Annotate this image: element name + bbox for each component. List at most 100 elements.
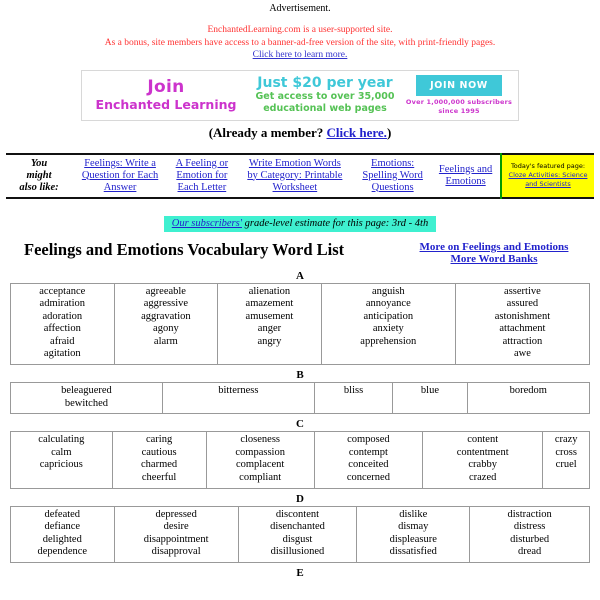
learn-more-link[interactable]: Click here to learn more. <box>253 50 348 60</box>
word-item: bewitched <box>64 397 109 409</box>
word-item: displeasure <box>389 533 437 545</box>
word-item: disturbed <box>510 533 550 545</box>
word-column: depressed desire disappointment disapproval <box>113 506 239 563</box>
nav-label-cell: You might also like: <box>6 154 72 198</box>
word-item: acceptance <box>39 285 86 297</box>
more-on-feelings-link[interactable]: More on Feelings and Emotions <box>396 241 592 254</box>
word-item: anxiety <box>372 323 404 335</box>
word-item: assured <box>506 298 539 310</box>
word-column: composed contempt conceited concerned <box>313 431 424 489</box>
our-subscribers-link[interactable]: Our subscribers' <box>172 218 242 229</box>
nav-link-4[interactable]: Feelings and Emotions <box>433 164 498 188</box>
featured-link-line-2: and Scientists <box>525 180 571 188</box>
letter-heading-d: D <box>296 492 304 505</box>
banner-subscribers-line-1: Over 1,000,000 subscribers <box>405 98 513 107</box>
nav-link-0[interactable]: Feelings: Write a Question for Each Answ… <box>74 158 166 194</box>
word-column: acceptance admiration adoration affection af… <box>10 283 115 365</box>
word-item: desire <box>163 521 189 533</box>
featured-link-line-1: Cloze Activities: Science <box>508 171 588 179</box>
word-item: defiance <box>44 521 81 533</box>
word-item: charmed <box>141 459 178 471</box>
word-item: alienation <box>248 285 291 297</box>
word-item: crazy <box>554 434 578 446</box>
word-item: cautious <box>141 446 177 458</box>
word-column: caring cautious charmed cheerful <box>111 431 207 489</box>
word-item: amazement <box>245 298 294 310</box>
table-row: acceptance admiration adoration affection af… <box>10 283 590 365</box>
word-item: agony <box>153 323 179 335</box>
nav-item-feelings-write-question[interactable]: Feelings: Write a Question for Each Answ… <box>72 154 168 198</box>
already-member-row: (Already a member? Click here.) <box>0 125 600 141</box>
letter-heading-e: E <box>296 567 304 579</box>
featured-page-link[interactable]: Cloze Activities: Science and Scientists <box>504 171 592 189</box>
nav-item-emotions-spelling[interactable]: Emotions: Spelling Word Questions <box>354 154 431 198</box>
nav-item-write-emotion-words[interactable]: Write Emotion Words by Category: Printab… <box>236 154 354 198</box>
word-item: disappointment <box>143 533 209 545</box>
nav-link-1-line-1: A Feeling or <box>175 157 229 169</box>
page-title-row: Feelings and Emotions Vocabulary Word Li… <box>0 240 600 266</box>
word-item: contempt <box>348 446 388 458</box>
more-word-banks-link[interactable]: More Word Banks <box>396 253 592 266</box>
word-sections: Aacceptance admiration adoration affection a… <box>0 269 600 581</box>
join-banner[interactable]: Join Enchanted Learning Just $20 per yea… <box>81 69 519 121</box>
todays-featured-page-cell[interactable]: Today's featured page: Cloze Activities:… <box>500 153 594 198</box>
word-column: assertive assured astonishment attachment at… <box>454 283 590 365</box>
nav-link-1[interactable]: A Feeling or Emotion for Each Letter <box>170 158 234 194</box>
nav-item-feeling-each-letter[interactable]: A Feeling or Emotion for Each Letter <box>168 154 236 198</box>
word-table-a: acceptance admiration adoration affection af… <box>10 282 590 366</box>
word-item: dismay <box>398 521 429 533</box>
banner-brand-name: Enchanted Learning <box>95 96 237 112</box>
word-column: bliss <box>313 382 394 414</box>
word-column: discontent disenchanted disgust disillusion… <box>237 506 358 563</box>
word-item: composed <box>347 434 390 446</box>
word-item: afraid <box>50 335 75 347</box>
nav-link-0-line-1: Feelings: Write a <box>84 157 156 169</box>
word-item: dislike <box>399 508 428 520</box>
word-item: capricious <box>39 459 83 471</box>
already-member-suffix: ) <box>386 124 392 140</box>
banner-benefit-line-1: Get access to over 35,000 <box>255 91 395 103</box>
word-item: conceited <box>348 459 389 471</box>
already-member-prefix: (Already a member? <box>208 124 327 140</box>
nav-link-3[interactable]: Emotions: Spelling Word Questions <box>356 158 429 194</box>
word-item: anguish <box>371 285 405 297</box>
word-column: calculating calm capricious <box>10 431 113 489</box>
word-item: disapproval <box>151 546 201 558</box>
word-item: dread <box>517 546 542 558</box>
nav-link-3-line-3: Questions <box>371 181 414 193</box>
grade-estimate-box: Our subscribers' grade-level estimate fo… <box>163 215 437 232</box>
word-item: agreeable <box>145 285 186 297</box>
word-item: bitterness <box>218 385 259 397</box>
word-item: aggravation <box>141 310 191 322</box>
advertisement-label: Advertisement. <box>269 3 331 14</box>
word-item: admiration <box>39 298 86 310</box>
nav-link-0-line-2: Question for Each <box>81 169 159 181</box>
nav-link-2-line-1: Write Emotion Words <box>248 157 341 169</box>
word-item: assertive <box>504 285 541 297</box>
nav-link-1-line-3: Each Letter <box>177 181 227 193</box>
related-nav-table: You might also like: Feelings: Write a Q… <box>6 152 594 199</box>
nav-item-feelings-and-emotions[interactable]: Feelings and Emotions <box>431 154 501 198</box>
word-item: adoration <box>42 310 83 322</box>
word-item: astonishment <box>494 310 551 322</box>
word-item: affection <box>43 323 81 335</box>
word-item: attraction <box>502 335 543 347</box>
word-item: disillusioned <box>270 546 325 558</box>
nav-link-2[interactable]: Write Emotion Words by Category: Printab… <box>238 158 352 194</box>
word-item: contentment <box>456 446 509 458</box>
word-item: complacent <box>235 459 285 471</box>
already-member-link[interactable]: Click here. <box>327 125 387 140</box>
page-root: Advertisement. EnchantedLearning.com is … <box>0 0 600 580</box>
grade-estimate-wrap: Our subscribers' grade-level estimate fo… <box>0 215 600 232</box>
word-item: cheerful <box>141 472 177 484</box>
word-column: alienation amazement amusement anger angry <box>217 283 322 365</box>
word-item: apprehension <box>360 335 417 347</box>
word-item: amusement <box>245 310 294 322</box>
related-nav-row: You might also like: Feelings: Write a Q… <box>6 153 594 198</box>
word-table-d: defeated defiance delighted dependence depre… <box>10 505 590 563</box>
join-now-button[interactable]: JOIN NOW <box>416 75 502 97</box>
page-title: Feelings and Emotions Vocabulary Word Li… <box>24 239 345 259</box>
nav-link-0-line-3: Answer <box>103 181 137 193</box>
word-item: alarm <box>153 335 178 347</box>
word-item: caring <box>145 434 173 446</box>
